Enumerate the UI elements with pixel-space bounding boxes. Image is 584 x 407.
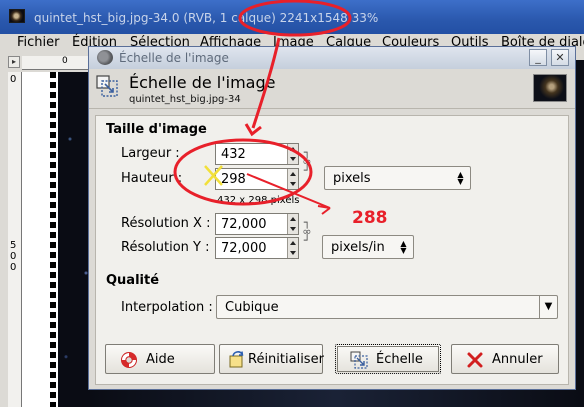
interpolation-combo[interactable]: Cubique ▼ (216, 295, 558, 319)
updown-chevron-icon: ▲ ▼ (400, 239, 407, 255)
cancel-button[interactable]: Annuler (451, 344, 559, 374)
help-button-label: Aide (146, 352, 175, 367)
resolution-y-spinbutton[interactable]: 72,000 (215, 237, 299, 259)
width-label: Largeur : (121, 146, 180, 161)
size-hint: 432 x 298 pixels (217, 195, 300, 206)
dialog-titlebar[interactable]: Échelle de l'image _ ✕ (89, 47, 575, 69)
height-spinbutton[interactable]: 298 (215, 168, 299, 190)
resolution-y-label: Résolution Y : (121, 240, 210, 255)
scale-button-label: Échelle (376, 352, 423, 367)
image-canvas-bottom[interactable] (88, 390, 584, 407)
reset-button[interactable]: Réinitialiser (219, 344, 324, 374)
dialog-header: Échelle de l'image quintet_hst_big.jpg-3… (89, 69, 575, 109)
dialog-header-subtitle: quintet_hst_big.jpg-34 (129, 94, 241, 105)
lifebuoy-icon (121, 352, 137, 368)
resolution-x-label: Résolution X : (121, 216, 211, 231)
width-value: 432 (221, 147, 246, 162)
vertical-ruler[interactable]: 0 500 (8, 72, 22, 407)
dialog-title: Échelle de l'image (119, 51, 229, 65)
resolution-chain-link-icon[interactable]: ┐ ∞ ┘ (301, 217, 313, 246)
dropdown-arrow-icon[interactable]: ▼ (539, 296, 557, 318)
canvas-padding (22, 72, 58, 407)
reset-icon (229, 351, 244, 368)
navigate-corner-icon[interactable]: ▸ (8, 56, 20, 68)
height-label: Hauteur : (121, 171, 183, 186)
image-window-titlebar: quintet_hst_big.jpg-34.0 (RVB, 1 calque)… (0, 0, 584, 34)
annotation-corrected-value: 288 (352, 208, 388, 228)
interpolation-label: Interpolation : (121, 300, 213, 315)
spin-arrows-icon[interactable] (287, 144, 298, 164)
ruler-tick-label: 500 (10, 240, 17, 273)
dialog-header-title: Échelle de l'image (129, 73, 276, 92)
scale-icon (350, 351, 368, 369)
ruler-tick-label: 0 (62, 56, 68, 66)
section-image-size: Taille d'image (106, 122, 207, 137)
close-button[interactable]: ✕ (551, 49, 569, 66)
resolution-unit-value: pixels/in (331, 240, 385, 255)
size-unit-combo[interactable]: pixels ▲ ▼ (324, 166, 471, 190)
size-unit-value: pixels (333, 171, 371, 186)
scale-image-dialog: Échelle de l'image _ ✕ Échelle de l'imag… (88, 46, 576, 390)
resolution-x-spinbutton[interactable]: 72,000 (215, 213, 299, 235)
ruler-tick-label: 0 (10, 74, 17, 85)
chain-link-icon[interactable]: ┐ ∞ ┘ (301, 147, 313, 176)
gimp-app-icon (97, 50, 113, 65)
width-spinbutton[interactable]: 432 (215, 143, 299, 165)
resolution-unit-combo[interactable]: pixels/in ▲ ▼ (322, 235, 414, 259)
resolution-x-value: 72,000 (221, 217, 267, 232)
reset-button-label: Réinitialiser (248, 352, 324, 367)
spin-arrows-icon[interactable] (287, 169, 298, 189)
cancel-button-label: Annuler (492, 352, 543, 367)
interpolation-value: Cubique (225, 300, 279, 315)
section-quality: Qualité (106, 273, 160, 288)
resolution-y-value: 72,000 (221, 241, 267, 256)
help-button[interactable]: Aide (105, 344, 215, 374)
scale-button[interactable]: Échelle (335, 344, 441, 374)
image-preview-thumbnail (533, 74, 567, 102)
spin-arrows-icon[interactable] (287, 238, 298, 258)
updown-chevron-icon: ▲ ▼ (457, 170, 464, 186)
image-window-title: quintet_hst_big.jpg-34.0 (RVB, 1 calque)… (34, 11, 379, 25)
spin-arrows-icon[interactable] (287, 214, 298, 234)
image-thumbnail-icon (9, 9, 25, 23)
scale-tool-icon (96, 75, 118, 97)
horizontal-ruler[interactable]: 0 (22, 56, 92, 70)
menu-fichier[interactable]: Fichier (17, 35, 60, 50)
cancel-icon (467, 352, 483, 368)
height-value: 298 (221, 172, 246, 187)
minimize-button[interactable]: _ (529, 49, 547, 66)
